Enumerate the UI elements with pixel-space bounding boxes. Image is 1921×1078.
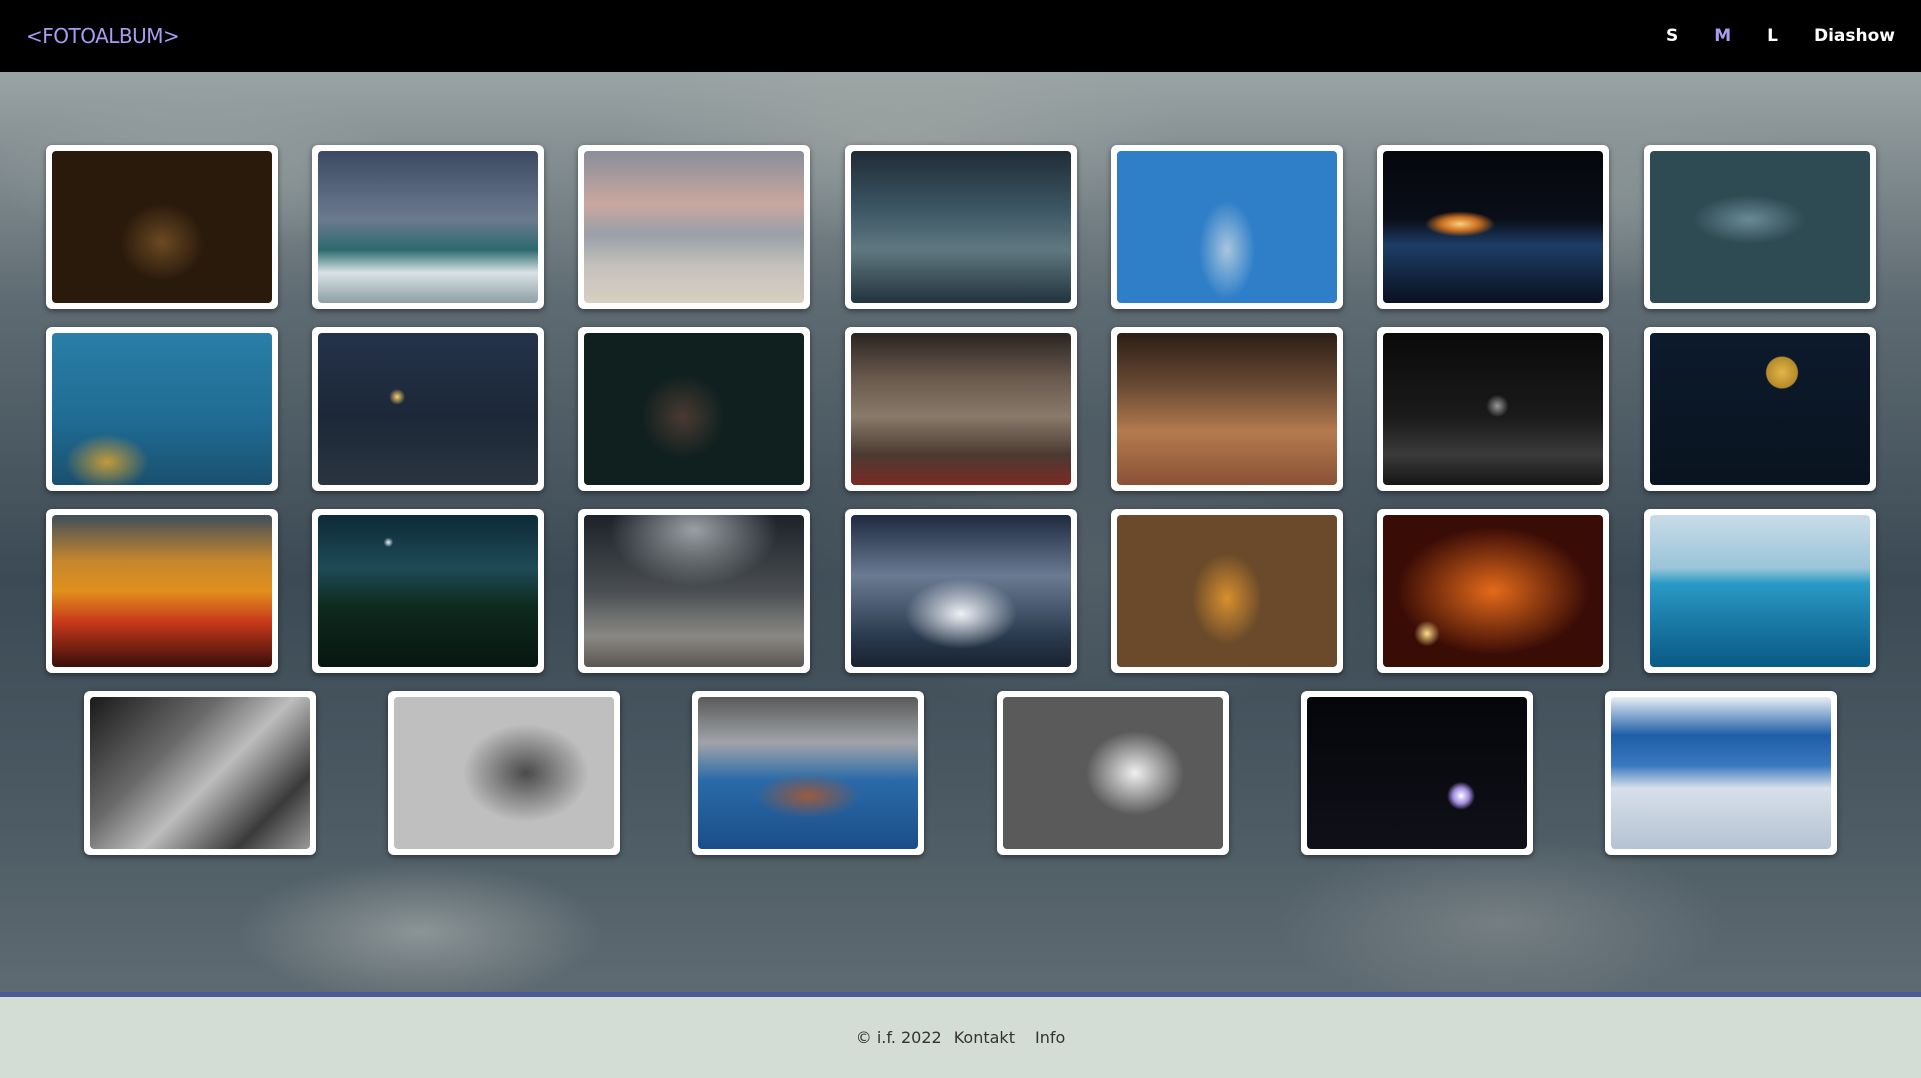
- photo-thumb-moon-landscape[interactable]: [1377, 327, 1609, 491]
- photo-coral-reef: [52, 333, 272, 485]
- photo-thumb-coral-reef[interactable]: [46, 327, 278, 491]
- photo-thumb-elephant[interactable]: [388, 691, 620, 855]
- photo-tram: [851, 333, 1071, 485]
- photo-thumb-storm-wave[interactable]: [845, 509, 1077, 673]
- brand-logo-link[interactable]: <FOTOALBUM>: [26, 24, 180, 48]
- photo-elephant: [394, 697, 614, 849]
- photo-puddle: [1003, 697, 1223, 849]
- photo-thumb-night-forest[interactable]: [312, 509, 544, 673]
- photo-moon-hoop: [1650, 333, 1870, 485]
- photo-tree-sunset: [1383, 515, 1603, 667]
- photo-mars-rover: [1117, 333, 1337, 485]
- photo-thumb-snow-dunes[interactable]: [1605, 691, 1837, 855]
- page: <FOTOALBUM> S M L Diashow © i.f. 2022 Ko…: [0, 0, 1921, 1078]
- photo-dolphin: [1117, 151, 1337, 303]
- copyright-text: © i.f. 2022: [855, 1028, 942, 1047]
- photo-lion: [52, 151, 272, 303]
- photo-storm-wave: [851, 515, 1071, 667]
- photo-thumb-lantern-tree[interactable]: [312, 327, 544, 491]
- photo-thumb-tiger[interactable]: [1111, 509, 1343, 673]
- photo-thumb-ocean-wave[interactable]: [312, 145, 544, 309]
- gallery-stage: [0, 72, 1921, 997]
- photo-industrial: [90, 697, 310, 849]
- photo-thumb-flooded-city[interactable]: [845, 145, 1077, 309]
- photo-thumb-puddle[interactable]: [997, 691, 1229, 855]
- photo-earth-sunrise: [1383, 151, 1603, 303]
- photo-roaring-lion: [584, 333, 804, 485]
- photo-thumb-eagle-fish[interactable]: [1644, 509, 1876, 673]
- photo-lantern-tree: [318, 333, 538, 485]
- photo-palm-beach: [584, 151, 804, 303]
- size-large-link[interactable]: L: [1767, 26, 1778, 46]
- photo-flooded-city: [851, 151, 1071, 303]
- photo-thumb-tram[interactable]: [845, 327, 1077, 491]
- top-navbar: <FOTOALBUM> S M L Diashow: [0, 0, 1921, 72]
- photo-thumb-moon-hoop[interactable]: [1644, 327, 1876, 491]
- contact-link[interactable]: Kontakt: [954, 1028, 1015, 1047]
- photo-thumb-fish[interactable]: [1644, 145, 1876, 309]
- photo-thumb-palm-beach[interactable]: [578, 145, 810, 309]
- slideshow-link[interactable]: Diashow: [1814, 26, 1895, 46]
- photo-thumb-sunset-birds[interactable]: [46, 509, 278, 673]
- photo-thumb-tree-sunset[interactable]: [1377, 509, 1609, 673]
- photo-welder: [1307, 697, 1527, 849]
- photo-thumb-lion[interactable]: [46, 145, 278, 309]
- photo-thumb-dolphin[interactable]: [1111, 145, 1343, 309]
- size-nav: S M L Diashow: [1630, 26, 1895, 46]
- photo-fish: [1650, 151, 1870, 303]
- photo-moon-landscape: [1383, 333, 1603, 485]
- photo-tiger: [1117, 515, 1337, 667]
- photo-sunset-birds: [52, 515, 272, 667]
- photo-thumb-earth-sunrise[interactable]: [1377, 145, 1609, 309]
- photo-planet-robot: [584, 515, 804, 667]
- photo-thumb-welder[interactable]: [1301, 691, 1533, 855]
- info-link[interactable]: Info: [1035, 1028, 1065, 1047]
- photo-eagle-fish: [1650, 515, 1870, 667]
- photo-thumb-mars-rover[interactable]: [1111, 327, 1343, 491]
- photo-thumb-industrial[interactable]: [84, 691, 316, 855]
- photo-volcano: [698, 697, 918, 849]
- photo-night-forest: [318, 515, 538, 667]
- footer: © i.f. 2022 Kontakt Info: [0, 997, 1921, 1078]
- photo-thumb-roaring-lion[interactable]: [578, 327, 810, 491]
- photo-thumb-volcano[interactable]: [692, 691, 924, 855]
- size-small-link[interactable]: S: [1666, 26, 1678, 46]
- size-medium-link[interactable]: M: [1714, 26, 1731, 46]
- photo-thumb-planet-robot[interactable]: [578, 509, 810, 673]
- photo-ocean-wave: [318, 151, 538, 303]
- photo-snow-dunes: [1611, 697, 1831, 849]
